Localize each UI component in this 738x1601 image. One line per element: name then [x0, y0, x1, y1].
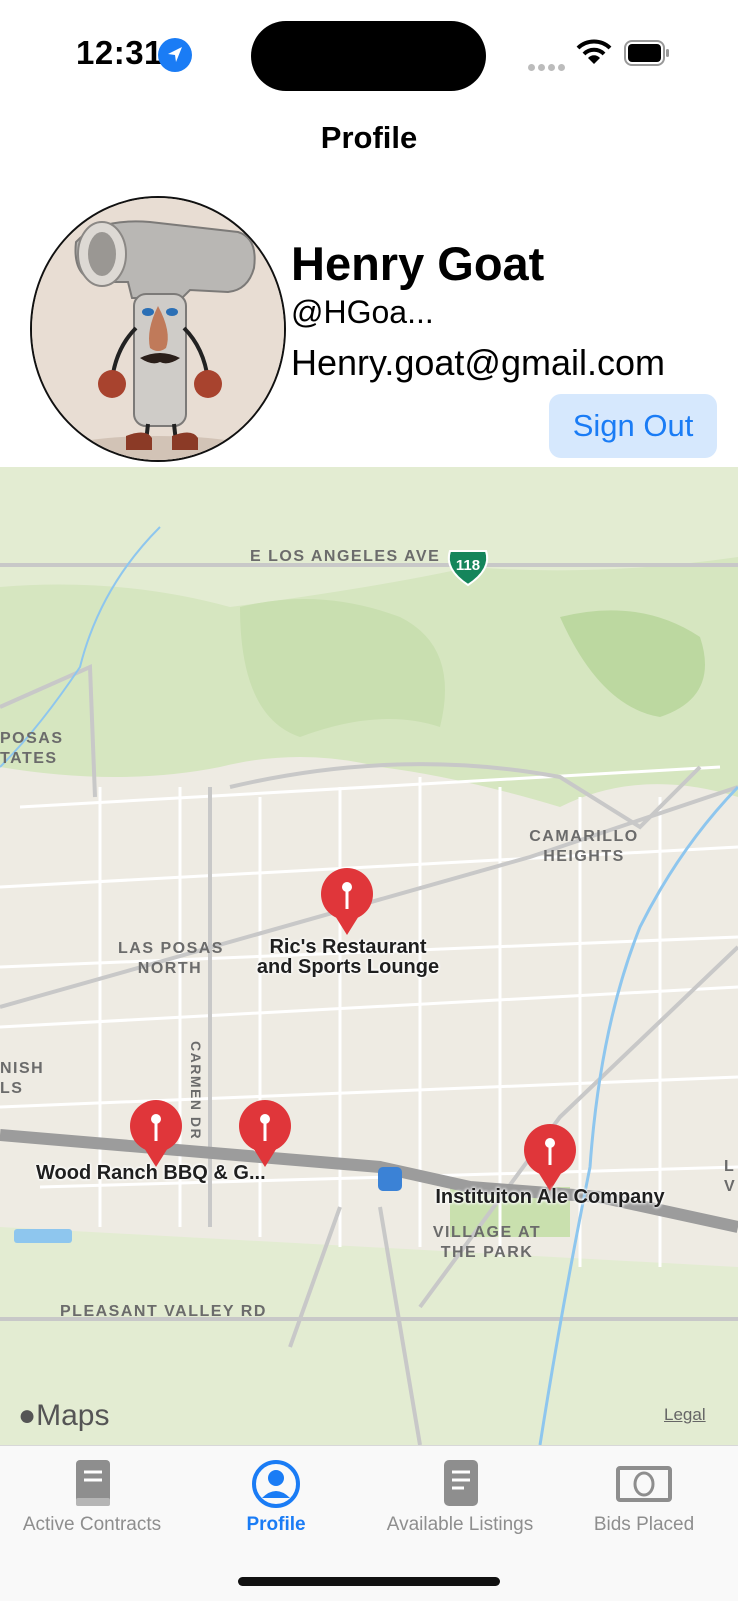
area-label-camarillo-2: HEIGHTS [543, 848, 625, 865]
area-label-village-2: THE PARK [440, 1244, 534, 1261]
tab-bids-placed[interactable]: Bids Placed [552, 1446, 736, 1556]
map-view[interactable]: E LOS ANGELES AVE 118 POSAS TATES CAMARI… [0, 467, 738, 1445]
person-circle-icon [246, 1458, 306, 1510]
status-bar: 12:31 [0, 0, 738, 110]
area-label-spanish-hills-1: NISH [0, 1060, 45, 1077]
pin-label-rics-1: Ric's Restaurant [269, 936, 427, 958]
map-pin-wood-ranch[interactable] [129, 1099, 183, 1169]
status-time: 12:31 [76, 34, 163, 71]
legal-link[interactable]: Legal [664, 1405, 706, 1425]
area-label-edge-2: V [724, 1178, 737, 1195]
wifi-icon [576, 38, 612, 71]
avatar [30, 196, 286, 462]
area-label-las-posas-2: NORTH [137, 960, 203, 977]
location-arrow-icon [158, 38, 192, 72]
home-indicator [238, 1577, 500, 1586]
banknote-icon [614, 1458, 674, 1510]
tab-active-contracts[interactable]: Active Contracts [0, 1446, 184, 1556]
area-label-camarillo-1: CAMARILLO [529, 828, 639, 845]
highway-118-shield-label: 118 [455, 557, 481, 574]
book-icon [62, 1458, 122, 1510]
page-title: Profile [320, 120, 418, 155]
road-label-los-angeles-ave: E LOS ANGELES AVE [250, 548, 441, 565]
apple-maps-logo: ●Maps [18, 1399, 109, 1433]
road-label-carmen-dr: CARMEN DR [188, 1041, 204, 1141]
area-label-posas-1: POSAS [0, 730, 64, 747]
dynamic-island [251, 21, 486, 91]
cellular-signal-icon [528, 58, 568, 76]
road-label-pleasant-valley: PLEASANT VALLEY RD [60, 1303, 267, 1320]
map-pin-nearby[interactable] [238, 1099, 292, 1169]
tab-available-listings[interactable]: Available Listings [368, 1446, 552, 1556]
pin-label-institution: Instituiton Ale Company [435, 1186, 665, 1208]
document-icon [430, 1458, 490, 1510]
pin-label-wood-ranch: Wood Ranch BBQ & G... [36, 1162, 266, 1184]
battery-icon [624, 40, 670, 71]
area-label-spanish-hills-2: LS [0, 1080, 24, 1097]
maps-attribution-text: Maps [36, 1399, 110, 1432]
area-label-edge-1: L [724, 1158, 736, 1175]
map-pin-institution[interactable] [523, 1123, 577, 1193]
area-label-village-1: VILLAGE AT [432, 1224, 542, 1241]
area-label-las-posas-1: LAS POSAS [118, 940, 224, 957]
sign-out-button[interactable]: Sign Out [549, 394, 717, 458]
area-label-posas-2: TATES [0, 750, 58, 767]
profile-handle: @HGoa... [291, 294, 434, 330]
profile-name: Henry Goat [291, 237, 545, 290]
profile-email: Henry.goat@gmail.com [291, 342, 666, 383]
tab-label-bids-placed: Bids Placed [593, 1514, 695, 1535]
tab-label-available-listings: Available Listings [386, 1514, 534, 1535]
map-pin-rics[interactable] [320, 867, 374, 937]
tab-profile[interactable]: Profile [184, 1446, 368, 1556]
tab-label-active-contracts: Active Contracts [22, 1514, 162, 1535]
apple-logo-icon: ● [18, 1399, 37, 1432]
pin-label-rics-2: and Sports Lounge [256, 956, 440, 978]
tab-label-profile: Profile [246, 1514, 306, 1535]
